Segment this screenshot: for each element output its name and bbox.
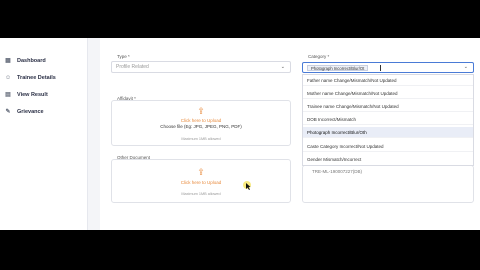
sidebar-item-label: Dashboard (17, 58, 46, 64)
category-option[interactable]: Gender Mismatch/Incorrect (303, 154, 473, 165)
affidavit-upload[interactable]: ⇪ Click here to Upload Choose file (Eg: … (111, 100, 291, 146)
grievance-icon: ✎ (5, 109, 11, 115)
category-option[interactable]: Mother name Change/Mismatch/Not Updated (303, 88, 473, 99)
category-option[interactable]: Trainee name Change/Mismatch/Not Updated (303, 101, 473, 112)
type-label: Type * (117, 54, 130, 59)
category-chip[interactable]: Photograph Incorrect/Blur/Ot (307, 65, 369, 71)
affidavit-max-text: Maximum 1MB allowed (181, 137, 221, 141)
type-select[interactable]: Profile Related ⌄ (111, 61, 291, 73)
category-option[interactable]: Caste Category Incorrect/Not Updated (303, 141, 473, 152)
category-option[interactable]: Father name Change/Mismatch/Not Updated (303, 75, 473, 86)
sidebar-item-trainee-details[interactable]: ☺ Trainee Details (5, 72, 56, 84)
other-click-text[interactable]: Click here to Upload (112, 180, 290, 185)
other-max-text: Maximum 1MB allowed (181, 192, 221, 196)
category-select[interactable]: Photograph Incorrect/Blur/Ot ⌄ (302, 62, 474, 73)
sidebar-item-grievance[interactable]: ✎ Grievance (5, 106, 44, 118)
user-icon: ☺ (5, 75, 12, 81)
chevron-down-icon: ⌄ (463, 64, 468, 70)
other-document-upload[interactable]: ⇪ Click here to Upload Maximum 1MB allow… (111, 159, 291, 203)
affidavit-click-text[interactable]: Click here to Upload (112, 118, 290, 123)
upload-icon: ⇪ (197, 106, 205, 116)
sidebar-item-label: View Result (17, 92, 48, 98)
dashboard-icon: ▦ (5, 58, 11, 64)
category-dropdown: Father name Change/Mismatch/Not Updated … (302, 74, 474, 166)
category-option-selected[interactable]: Photograph Incorrect/Blur/Oth (303, 127, 473, 138)
sidebar: ▦ Dashboard ☺ Trainee Details ▤ View Res… (0, 38, 88, 230)
sidebar-item-label: Trainee Details (17, 75, 56, 81)
category-label: Category * (308, 54, 330, 59)
upload-icon: ⇪ (197, 167, 205, 177)
affidavit-choose-text: Choose file (Eg: JPG, JPEG, PNG, PDF) (160, 124, 242, 129)
mouse-cursor-icon (243, 181, 251, 190)
category-option[interactable]: DOB Incorrect/Mismatch (303, 114, 473, 125)
text-caret (380, 65, 381, 71)
sidebar-item-dashboard[interactable]: ▦ Dashboard (5, 55, 46, 67)
result-icon: ▤ (5, 92, 11, 98)
chevron-down-icon: ⌄ (280, 64, 285, 70)
sidebar-item-view-result[interactable]: ▤ View Result (5, 89, 48, 101)
category-detail-value: TRE-ML-190007227(DB) (312, 169, 363, 174)
app-window: ▦ Dashboard ☺ Trainee Details ▤ View Res… (0, 38, 480, 230)
sidebar-item-label: Grievance (17, 109, 44, 115)
type-value: Profile Related (116, 64, 149, 70)
